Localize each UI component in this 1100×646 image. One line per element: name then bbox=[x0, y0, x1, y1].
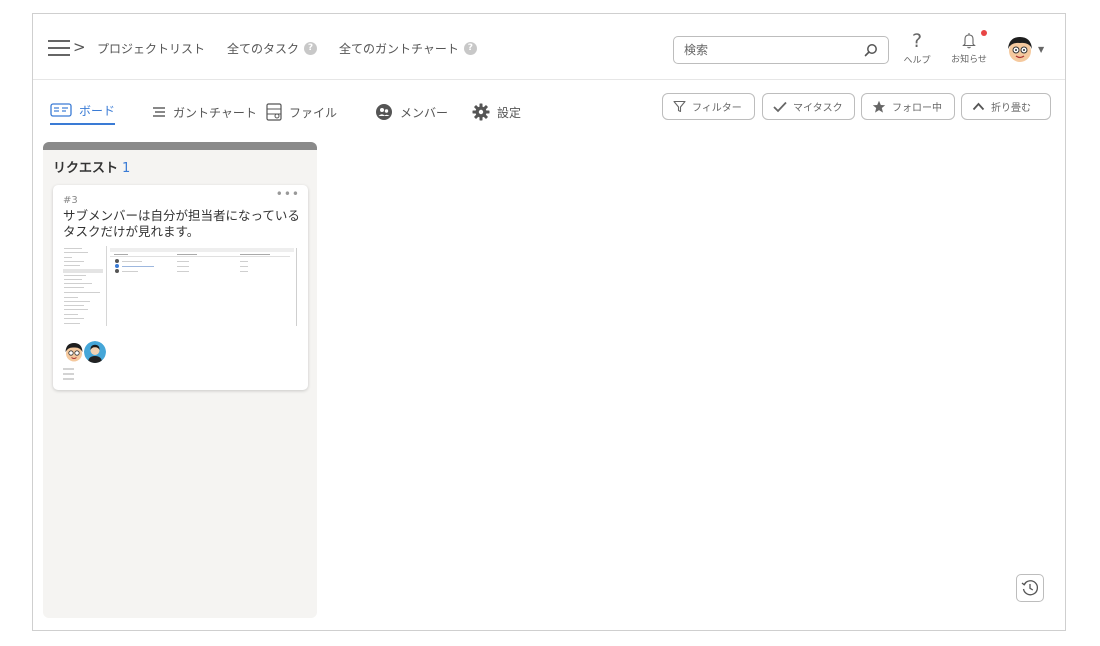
tab-board[interactable]: ボード bbox=[50, 99, 116, 125]
task-card[interactable]: #3 ••• サブメンバーは自分が担当者になっているタスクだけが見れます。 bbox=[53, 185, 308, 390]
bell-icon bbox=[962, 33, 976, 49]
board-column: リクエスト 1 #3 ••• サブメンバーは自分が担当者になっているタスクだけが見… bbox=[43, 142, 317, 618]
nav-project-list[interactable]: プロジェクトリスト bbox=[97, 40, 205, 57]
question-icon[interactable]: ? bbox=[304, 42, 318, 55]
app-window: > プロジェクトリスト 全てのタスク ? 全てのガントチャート ? ? bbox=[32, 13, 1066, 631]
search-input[interactable] bbox=[684, 43, 864, 57]
search-box bbox=[673, 36, 889, 64]
top-header: > プロジェクトリスト 全てのタスク ? 全てのガントチャート ? ? bbox=[33, 14, 1065, 80]
user-menu[interactable]: ▼ bbox=[1005, 34, 1044, 64]
members-icon bbox=[376, 104, 392, 120]
tab-gantt[interactable]: ガントチャート bbox=[152, 99, 257, 125]
gantt-icon bbox=[153, 107, 165, 117]
chevron-right-icon: > bbox=[73, 38, 86, 56]
tab-settings[interactable]: 設定 bbox=[472, 99, 521, 125]
history-icon bbox=[1021, 580, 1038, 596]
search-icon[interactable] bbox=[864, 43, 878, 57]
menu-button[interactable]: > bbox=[48, 37, 92, 59]
avatar-icon bbox=[84, 341, 106, 363]
column-color-bar bbox=[43, 142, 317, 150]
history-button[interactable] bbox=[1016, 574, 1044, 602]
following-button[interactable]: フォロー中 bbox=[861, 93, 955, 120]
question-icon[interactable]: ? bbox=[463, 42, 477, 55]
tab-bar: ボード ガントチャート ファイル メンバー 設定 フィルター マイタスク フォロ… bbox=[33, 80, 1065, 142]
column-count: 1 bbox=[122, 161, 131, 176]
filter-icon bbox=[673, 100, 686, 113]
attachment-thumbnail[interactable] bbox=[62, 246, 298, 326]
gear-icon bbox=[472, 103, 490, 121]
notifications-button[interactable]: お知らせ bbox=[947, 30, 991, 65]
my-task-button[interactable]: マイタスク bbox=[762, 93, 855, 120]
unread-badge bbox=[981, 30, 987, 36]
filter-button[interactable]: フィルター bbox=[662, 93, 755, 120]
column-title: リクエスト bbox=[53, 161, 119, 176]
top-nav: プロジェクトリスト 全てのタスク ? 全てのガントチャート ? bbox=[97, 40, 477, 57]
collapse-button[interactable]: 折り畳む bbox=[961, 93, 1051, 120]
check-icon bbox=[773, 101, 787, 112]
user-avatar-icon bbox=[1008, 37, 1032, 62]
caret-down-icon: ▼ bbox=[1038, 44, 1045, 54]
assignee-avatar-1[interactable] bbox=[63, 341, 85, 363]
tab-members[interactable]: メンバー bbox=[375, 99, 448, 125]
question-icon: ? bbox=[911, 30, 923, 52]
task-title: サブメンバーは自分が担当者になっているタスクだけが見れます。 bbox=[63, 208, 300, 239]
star-icon bbox=[872, 100, 886, 113]
subtask-indicator bbox=[63, 368, 74, 383]
assignee-list bbox=[63, 341, 106, 363]
kanban-board-icon bbox=[50, 103, 72, 117]
nav-all-gantt[interactable]: 全てのガントチャート ? bbox=[339, 40, 477, 57]
task-id: #3 bbox=[63, 195, 78, 206]
file-icon bbox=[266, 103, 282, 121]
avatar-icon bbox=[63, 341, 85, 363]
nav-all-tasks[interactable]: 全てのタスク ? bbox=[227, 40, 318, 57]
chevron-up-icon bbox=[972, 102, 985, 111]
help-button[interactable]: ? ヘルプ bbox=[895, 30, 939, 67]
column-header: リクエスト 1 bbox=[53, 157, 130, 176]
tab-file[interactable]: ファイル bbox=[266, 99, 337, 125]
more-options-icon[interactable]: ••• bbox=[276, 187, 300, 201]
assignee-avatar-2[interactable] bbox=[84, 341, 106, 363]
